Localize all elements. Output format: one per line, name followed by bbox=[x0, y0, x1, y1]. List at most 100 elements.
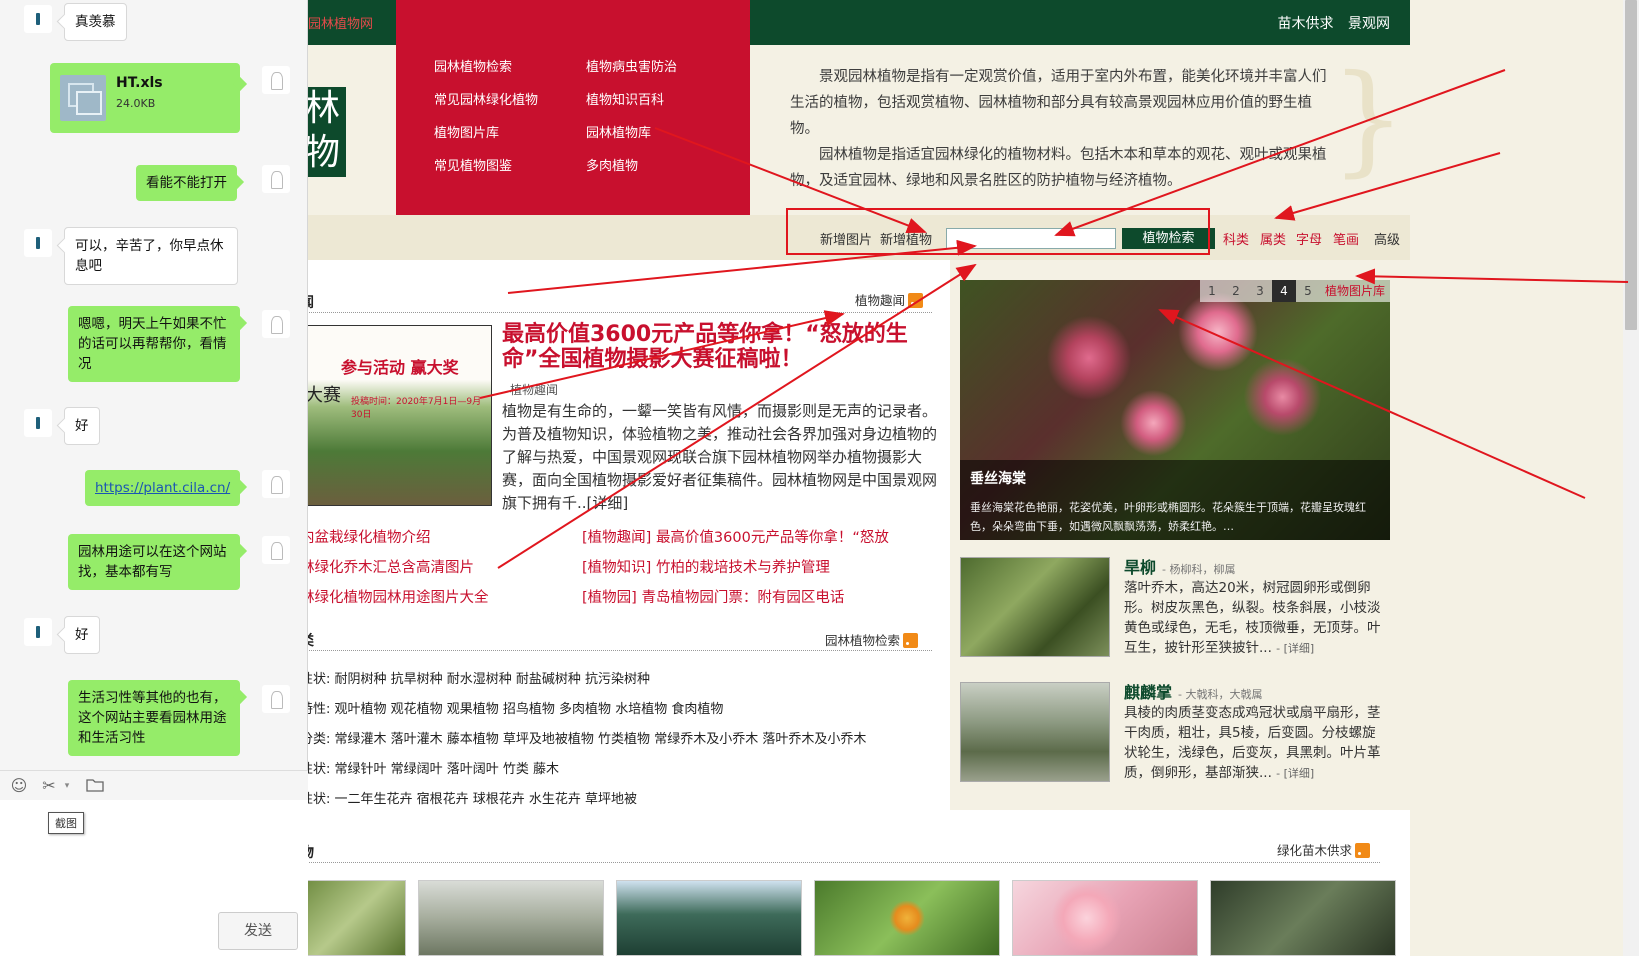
contact-avatar[interactable] bbox=[24, 618, 52, 646]
slider-library-link[interactable]: 植物图片库 bbox=[1320, 280, 1390, 302]
plant-card-desc-text: 落叶乔木，高达20米，树冠圆卵形或倒卵形。树皮灰黑色，纵裂。枝条斜展，小枝淡黄色… bbox=[1124, 580, 1381, 656]
news-headline[interactable]: 最高价值3600元产品等你拿！“怒放的生命”全国植物摄影大赛征稿啦！ bbox=[502, 322, 938, 372]
chat-message-list[interactable]: 真羡慕 HT.xls 24.0KB 看能不能打开 可以，辛苦了，你早点休息吧 嗯… bbox=[0, 0, 308, 770]
classify-row: 特性: 观叶植物 观花植物 观果植物 招鸟植物 多肉植物 水培植物 食肉植物 bbox=[300, 698, 723, 717]
plant-card-image[interactable] bbox=[960, 682, 1110, 782]
classify-more-link[interactable]: 园林植物检索 bbox=[825, 630, 919, 649]
chevron-down-icon[interactable]: ▾ bbox=[58, 777, 76, 795]
plant-thumb[interactable] bbox=[814, 880, 1000, 956]
self-avatar[interactable] bbox=[262, 66, 290, 94]
classify-row-items[interactable]: 常绿灌木 落叶灌木 藤本植物 草坪及地被植物 竹类植物 常绿乔木及小乔木 落叶乔… bbox=[335, 732, 867, 747]
message-bubble[interactable]: 好 bbox=[64, 616, 100, 654]
menu-item-search[interactable]: 园林植物检索 bbox=[434, 56, 512, 75]
slider-page-5[interactable]: 5 bbox=[1296, 280, 1320, 302]
emoji-icon[interactable]: ☺ bbox=[10, 777, 28, 795]
menu-item-plant-library[interactable]: 园林植物库 bbox=[586, 122, 651, 141]
slider-page-1[interactable]: 1 bbox=[1200, 280, 1224, 302]
folder-icon[interactable] bbox=[86, 777, 104, 795]
self-avatar[interactable] bbox=[262, 685, 290, 713]
page-side-gutter bbox=[1410, 0, 1623, 956]
news-link-left-2[interactable]: 林绿化乔木汇总含高清图片 bbox=[300, 556, 474, 577]
scissors-icon[interactable]: ✂ bbox=[40, 777, 58, 795]
self-avatar[interactable] bbox=[262, 310, 290, 338]
contact-avatar[interactable] bbox=[24, 409, 52, 437]
menu-item-image-library[interactable]: 植物图片库 bbox=[434, 122, 499, 141]
news-link-left-1[interactable]: 内盆栽绿化植物介绍 bbox=[300, 526, 431, 547]
slider-page-3[interactable]: 3 bbox=[1248, 280, 1272, 302]
search-by-genus[interactable]: 属类 bbox=[1260, 229, 1286, 248]
classify-row-items[interactable]: 常绿针叶 常绿阔叶 落叶阔叶 竹类 藤木 bbox=[335, 762, 560, 777]
menu-item-pest-control[interactable]: 植物病虫害防治 bbox=[586, 56, 677, 75]
self-avatar[interactable] bbox=[262, 470, 290, 498]
classify-more-label: 园林植物检索 bbox=[825, 633, 901, 648]
plant-thumb[interactable] bbox=[1210, 880, 1396, 956]
image-slider[interactable]: 1 2 3 4 5 植物图片库 垂丝海棠 垂丝海棠花色艳丽，花姿优美，叶卵形或椭… bbox=[960, 280, 1390, 540]
message-bubble[interactable]: 可以，辛苦了，你早点休息吧 bbox=[64, 227, 238, 285]
rss-icon[interactable] bbox=[1355, 843, 1371, 858]
menu-item-common-plants[interactable]: 常见园林绿化植物 bbox=[434, 89, 538, 108]
message-bubble[interactable]: 生活习性等其他的也有，这个网站主要看园林用途和生活习性 bbox=[68, 680, 240, 756]
slider-pager: 1 2 3 4 5 植物图片库 bbox=[1199, 280, 1390, 302]
search-by-letter[interactable]: 字母 bbox=[1296, 229, 1322, 248]
message-bubble[interactable]: 看能不能打开 bbox=[136, 165, 237, 201]
classify-row-items[interactable]: 一二年生花卉 宿根花卉 球根花卉 水生花卉 草坪地被 bbox=[335, 792, 638, 807]
plant-card-title[interactable]: 旱柳 - 杨柳科，柳属 bbox=[1124, 554, 1235, 578]
plant-card-family: - 大戟科，大戟属 bbox=[1178, 688, 1263, 701]
plant-card-more-link[interactable]: - [详细] bbox=[1276, 767, 1314, 780]
plant-card-title[interactable]: 麒麟掌 - 大戟科，大戟属 bbox=[1124, 679, 1262, 703]
image-badge: 参与活动 赢大奖 bbox=[341, 358, 459, 377]
plant-card-image[interactable] bbox=[960, 557, 1110, 657]
classify-row-items[interactable]: 耐阴树种 抗旱树种 耐水湿树种 耐盐碱树种 抗污染树种 bbox=[335, 672, 651, 687]
page-scrollbar-thumb[interactable] bbox=[1625, 0, 1637, 330]
chat-toolbar: ☺ ✂ ▾ bbox=[0, 770, 308, 800]
news-body: 植物是有生命的，一颦一笑皆有风情，而摄影则是无声的记录者。为普及植物知识，体验植… bbox=[502, 402, 938, 512]
news-link-left-3[interactable]: 林绿化植物园林用途图片大全 bbox=[300, 586, 489, 607]
message-bubble[interactable]: 嗯嗯，明天上午如果不忙的话可以再帮帮你，看情况 bbox=[68, 306, 240, 382]
menu-item-encyclopedia[interactable]: 植物知识百科 bbox=[586, 89, 664, 108]
plant-thumb[interactable] bbox=[616, 880, 802, 956]
plant-thumb[interactable] bbox=[418, 880, 604, 956]
rss-icon[interactable] bbox=[908, 293, 924, 308]
self-avatar[interactable] bbox=[262, 536, 290, 564]
send-button[interactable]: 发送 bbox=[218, 912, 298, 950]
slider-caption-desc: 垂丝海棠花色艳丽，花姿优美，叶卵形或椭圆形。花朵簇生于顶端，花瓣呈玫瑰红色，朵朵… bbox=[970, 501, 1366, 533]
message-bubble[interactable]: https://plant.cila.cn/ bbox=[85, 470, 241, 506]
news-tag: [植物知识] bbox=[582, 560, 652, 576]
news-headline-tag[interactable]: 植物趣闻 bbox=[510, 381, 558, 398]
plant-card-name: 麒麟掌 bbox=[1124, 683, 1173, 702]
contact-avatar[interactable] bbox=[24, 5, 52, 33]
plant-thumb[interactable] bbox=[1012, 880, 1198, 956]
contact-avatar[interactable] bbox=[24, 229, 52, 257]
plant-thumb[interactable] bbox=[300, 880, 406, 956]
plant-card-desc: 落叶乔木，高达20米，树冠圆卵形或倒卵形。树皮灰黑色，纵裂。枝条斜展，小枝淡黄色… bbox=[1124, 578, 1389, 659]
news-link-right-2[interactable]: [植物知识] 竹柏的栽培技术与养护管理 bbox=[582, 556, 830, 577]
news-link-right-3[interactable]: [植物园] 青岛植物园门票：附有园区电话 bbox=[582, 586, 844, 607]
bottom-more-link[interactable]: 绿化苗木供求 bbox=[1277, 840, 1371, 859]
intro-paragraph-2: 园林植物是指适宜园林绿化的植物材料。包括木本和草本的观花、观叶或观果植物，及适宜… bbox=[790, 147, 1327, 189]
slider-page-2[interactable]: 2 bbox=[1224, 280, 1248, 302]
menu-item-plant-guide[interactable]: 常见植物图鉴 bbox=[434, 155, 512, 174]
message-bubble[interactable]: 真羡慕 bbox=[64, 3, 127, 41]
news-link-right-1[interactable]: [植物趣闻] 最高价值3600元产品等你拿！“怒放 bbox=[582, 526, 889, 547]
news-more-link[interactable]: 植物趣闻 bbox=[855, 290, 924, 309]
search-by-family[interactable]: 科类 bbox=[1223, 229, 1249, 248]
top-link-nursery[interactable]: 苗木供求 bbox=[1278, 16, 1334, 32]
news-feature-image[interactable]: 参与活动 赢大奖 大赛 投稿时间：2020年7月1日—9月30日 bbox=[300, 325, 492, 506]
search-by-stroke[interactable]: 笔画 bbox=[1333, 229, 1359, 248]
message-bubble[interactable]: 好 bbox=[64, 407, 100, 445]
rss-icon[interactable] bbox=[903, 633, 919, 648]
slider-page-4[interactable]: 4 bbox=[1271, 280, 1296, 302]
menu-item-succulents[interactable]: 多肉植物 bbox=[586, 155, 638, 174]
message-bubble[interactable]: 园林用途可以在这个网站找，基本都有写 bbox=[68, 534, 240, 590]
bottom-more-label: 绿化苗木供求 bbox=[1277, 843, 1353, 858]
plant-card-more-link[interactable]: - [详细] bbox=[1276, 642, 1314, 655]
top-link-landscape[interactable]: 景观网 bbox=[1348, 16, 1390, 32]
classify-row: 分类: 常绿灌木 落叶灌木 藤本植物 草坪及地被植物 竹类植物 常绿乔木及小乔木… bbox=[300, 728, 866, 747]
self-avatar[interactable] bbox=[262, 165, 290, 193]
classify-row-items[interactable]: 观叶植物 观花植物 观果植物 招鸟植物 多肉植物 水培植物 食肉植物 bbox=[335, 702, 724, 717]
file-message[interactable]: HT.xls 24.0KB bbox=[50, 63, 240, 133]
slider-caption-title[interactable]: 垂丝海棠 bbox=[970, 468, 1380, 488]
message-link[interactable]: https://plant.cila.cn/ bbox=[95, 480, 230, 496]
site-home-link[interactable]: 园林植物网 bbox=[308, 13, 373, 32]
search-advanced[interactable]: 高级 bbox=[1374, 229, 1400, 248]
